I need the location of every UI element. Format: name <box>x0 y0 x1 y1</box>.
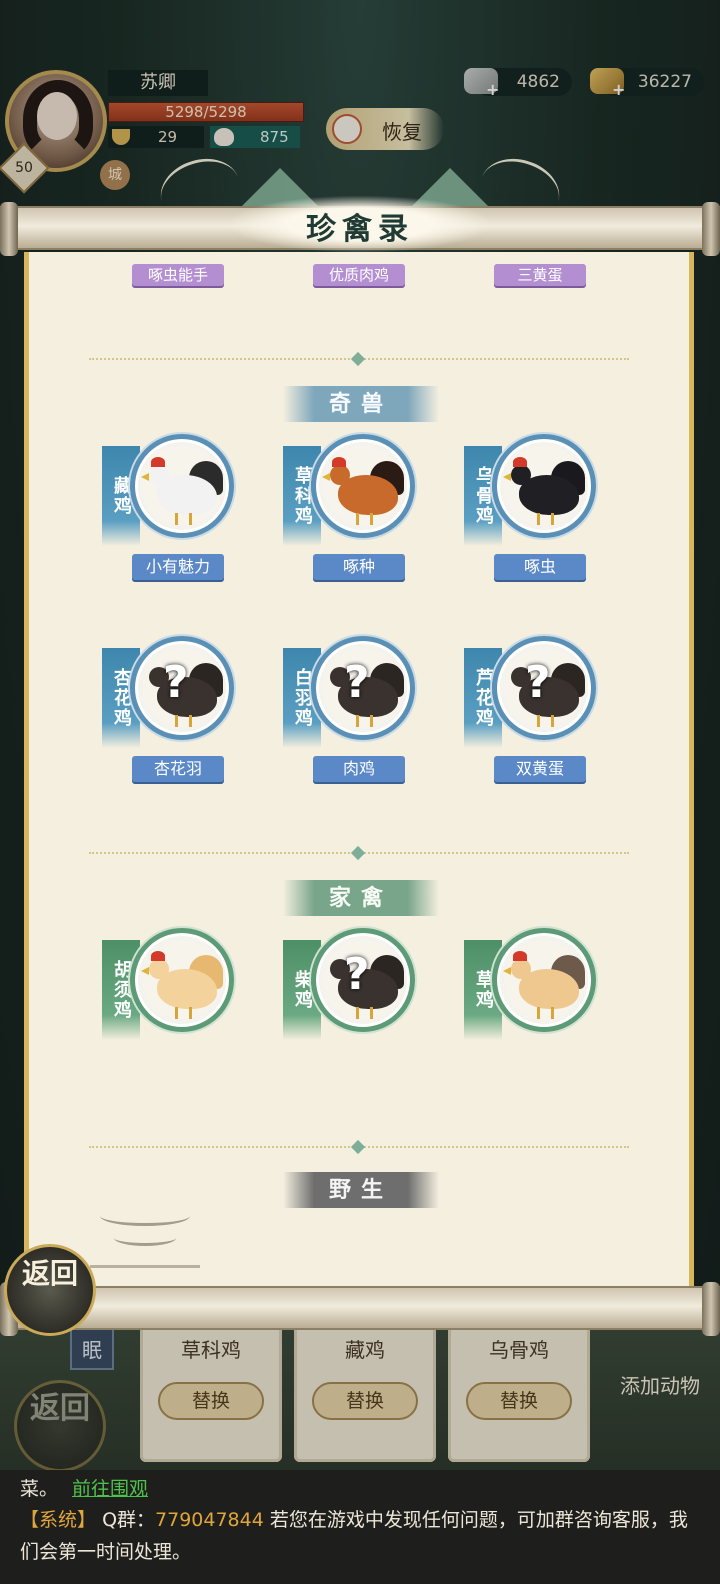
animal-portrait <box>130 434 234 538</box>
question-mark-icon: ? <box>163 657 189 708</box>
animal-portrait <box>311 434 415 538</box>
chicken-icon <box>503 947 587 1021</box>
animal-entry[interactable]: 乌骨鸡 啄虫 <box>464 434 604 584</box>
animal-trait: 啄种 <box>313 554 405 580</box>
animal-portrait <box>492 928 596 1032</box>
animal-trait: 杏花羽 <box>132 756 224 782</box>
animal-entry[interactable]: 白羽鸡 ? 肉鸡 <box>283 636 423 786</box>
question-mark-icon: ? <box>344 657 370 708</box>
section-title: 野生 <box>283 1172 439 1208</box>
section-divider <box>89 845 629 861</box>
animal-trait: 啄虫 <box>494 554 586 580</box>
animal-portrait <box>130 928 234 1032</box>
section-title: 家禽 <box>283 880 439 916</box>
animal-entry[interactable]: 芦花鸡 ? 双黄蛋 <box>464 636 604 786</box>
question-mark-icon: ? <box>525 657 551 708</box>
trait-tag: 啄虫能手 <box>132 264 224 286</box>
pavilion-ornament <box>90 1196 200 1268</box>
animal-trait: 小有魅力 <box>132 554 224 580</box>
collection-scroll[interactable]: 啄虫能手 优质肉鸡 三黄蛋 奇兽 藏鸡 小有魅力 草科鸡 啄种 乌骨鸡 啄虫 杏… <box>24 252 694 1292</box>
animal-portrait: ? <box>130 636 234 740</box>
section-divider <box>89 1139 629 1155</box>
section-divider <box>89 351 629 367</box>
animal-entry[interactable]: 藏鸡 小有魅力 <box>102 434 242 584</box>
question-mark-icon: ? <box>344 949 370 1000</box>
animal-entry[interactable]: 柴鸡 ? <box>283 928 423 1078</box>
animal-entry[interactable]: 杏花鸡 ? 杏花羽 <box>102 636 242 786</box>
trait-tag: 三黄蛋 <box>494 264 586 286</box>
animal-trait: 肉鸡 <box>313 756 405 782</box>
animal-portrait: ? <box>311 928 415 1032</box>
system-message: 【系统】 Q群：779047844 若您在游戏中发现任何问题，可加群咨询客服，我… <box>20 1509 688 1563</box>
scroll-title: 珍禽录 <box>230 196 490 252</box>
chicken-icon <box>141 453 225 527</box>
chat-panel: 菜。 前往围观 【系统】 Q群：779047844 若您在游戏中发现任何问题，可加… <box>0 1470 720 1584</box>
animal-entry[interactable]: 胡须鸡 <box>102 928 242 1078</box>
animal-entry[interactable]: 草鸡 <box>464 928 604 1078</box>
animal-portrait <box>492 434 596 538</box>
scroll-rod-bottom <box>0 1282 720 1336</box>
chicken-icon <box>141 947 225 1021</box>
chicken-icon <box>322 453 406 527</box>
go-watch-link[interactable]: 前往围观 <box>72 1478 148 1500</box>
trait-tag: 优质肉鸡 <box>313 264 405 286</box>
section-title: 奇兽 <box>283 386 439 422</box>
animal-portrait: ? <box>492 636 596 740</box>
animal-entry[interactable]: 草科鸡 啄种 <box>283 434 423 584</box>
animal-trait: 双黄蛋 <box>494 756 586 782</box>
back-button[interactable]: 返回 <box>4 1244 96 1336</box>
animal-portrait: ? <box>311 636 415 740</box>
chicken-icon <box>503 453 587 527</box>
